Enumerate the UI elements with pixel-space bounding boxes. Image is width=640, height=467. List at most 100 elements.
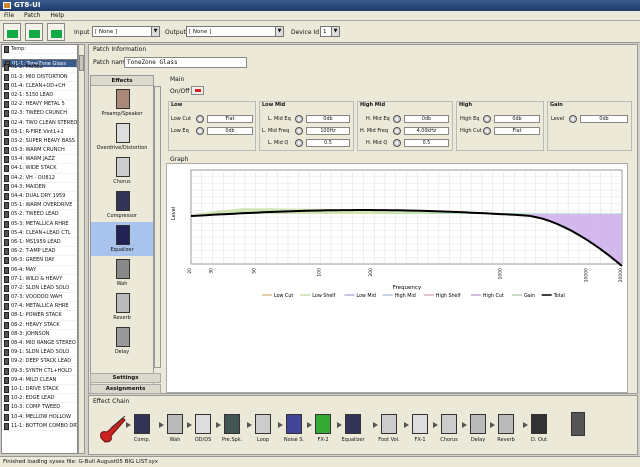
patch-list-item[interactable]: 02-2: HEAVY METAL 5 [2, 100, 77, 110]
patch-list-item[interactable]: 08-4: MID RANGE STEREO [2, 339, 77, 349]
patch-list-item[interactable]: 05-1: WARM OVERDRIVE [2, 201, 77, 211]
patch-icon [4, 229, 9, 237]
high-cut-knob[interactable] [483, 127, 491, 135]
patch-list-item[interactable]: 06-2: T-AMP LEAD [2, 247, 77, 257]
chain-effect-icon[interactable] [255, 414, 271, 434]
effect-item[interactable]: Reverb [91, 290, 153, 324]
patch-list-item[interactable]: 05-4: CLEAN+LEAD CTL [2, 229, 77, 238]
patch-name-input[interactable]: ToneZone Glass [124, 57, 247, 68]
patch-list-item[interactable]: 09-2: DEEP STACK LEAD [2, 357, 77, 367]
lowmid-eq-knob[interactable] [295, 115, 303, 123]
patch-list-item[interactable]: 09-3: SYNTH CTL+HOLD [2, 367, 77, 376]
patch-list-item[interactable]: 01-3: MID DISTORTION [2, 73, 77, 82]
highmid-q-knob[interactable] [393, 139, 401, 147]
assignments-tab[interactable]: Assignments [90, 384, 161, 394]
output-select[interactable]: [ None ] ▼ [186, 26, 284, 37]
low-cut-knob[interactable] [196, 115, 204, 123]
patch-list-item[interactable]: 10-4: MELLOW HOLLOW [2, 413, 77, 422]
gain-level-knob[interactable] [569, 115, 577, 123]
patch-list-item[interactable]: Temp: [2, 45, 77, 55]
chain-effect-icon[interactable] [224, 414, 240, 434]
download-button[interactable] [3, 23, 21, 41]
lowmid-q-knob[interactable] [295, 139, 303, 147]
lowmid-freq-knob[interactable] [295, 127, 303, 135]
patch-list[interactable]: Temp: 01-1: ToneZone Glass 01-2: MUSE2 01-3… [1, 44, 78, 454]
patch-list-item[interactable]: 04-2: VH - OU812 [2, 174, 77, 183]
chain-effect-icon[interactable] [531, 414, 547, 434]
patch-list-item[interactable]: 09-4: MILD CLEAN [2, 376, 77, 385]
patch-list-item[interactable]: 04-4: DUAL DRY 1959 [2, 192, 77, 202]
patch-list-item[interactable]: 10-2: EDGE LEAD [2, 394, 77, 404]
chain-effect-icon[interactable] [470, 414, 486, 434]
menu-help[interactable]: Help [46, 11, 68, 21]
patch-list-item[interactable]: 02-3: TWEED CRUNCH [2, 109, 77, 119]
patch-list-item[interactable]: 07-1: WILD & HEAVY [2, 275, 77, 284]
patch-list-item[interactable]: 07-3: VOODOO WAH [2, 293, 77, 303]
x-tick-label: 20 [187, 268, 193, 274]
x-tick-label: 20000 [618, 268, 624, 282]
chain-effect-icon[interactable] [441, 414, 457, 434]
patch-list-item[interactable]: 08-2: HEAVY STACK [2, 321, 77, 330]
chain-effect-icon[interactable] [195, 414, 211, 434]
onoff-toggle[interactable] [191, 86, 204, 95]
patch-list-item[interactable]: 06-1: MS1959 LEAD [2, 238, 77, 248]
low-eq-knob[interactable] [196, 127, 204, 135]
highmid-eq-knob[interactable] [393, 115, 401, 123]
chain-effect-icon[interactable] [498, 414, 514, 434]
patch-list-scrollbar[interactable] [78, 44, 85, 454]
high-eq-knob[interactable] [483, 115, 491, 123]
patch-label: 07-3: VOODOO WAH [11, 294, 62, 301]
patch-list-item[interactable]: 03-3: WARM CRUNCH [2, 146, 77, 156]
patch-list-item[interactable]: 01-4: CLEAN+DD+CH [2, 82, 77, 91]
patch-list-item[interactable]: 08-3: JOHNSON [2, 330, 77, 339]
effect-item[interactable]: Delay [91, 324, 153, 358]
patch-list-item[interactable]: 11-1: BOTTOM COMBO DRV [2, 422, 77, 431]
chain-effect-icon[interactable] [134, 414, 150, 434]
legend-label: Gain [524, 293, 535, 299]
effect-item[interactable]: Equalizer [91, 222, 153, 256]
patch-list-item[interactable]: 01-2: MUSE2 [2, 63, 77, 73]
patch-label: 03-3: WARM CRUNCH [11, 147, 65, 154]
effect-label: Delay [114, 349, 130, 355]
effect-item[interactable]: Compressor [91, 188, 153, 222]
patch-list-item[interactable]: 08-1: POWER STACK [2, 311, 77, 321]
patch-list-item[interactable]: 02-4: TWO CLEAN STEREO [2, 119, 77, 128]
highmid-freq-knob[interactable] [393, 127, 401, 135]
effects-header[interactable]: Effects [91, 76, 153, 86]
effect-item[interactable]: Preamp/Speaker [91, 86, 153, 120]
patch-list-item[interactable]: 10-3: COMP TWEED [2, 403, 77, 413]
input-select[interactable]: [ None ] ▼ [92, 26, 160, 37]
patch-list-item[interactable]: 03-2: SUPER HEAVY BASS [2, 137, 77, 147]
menu-file[interactable]: File [0, 11, 18, 21]
patch-list-item[interactable]: 10-1: DRIVE STACK [2, 385, 77, 395]
patch-list-item[interactable]: 04-1: WIDE STACK [2, 164, 77, 174]
patch-list-item[interactable]: 04-3: MAIDEN [2, 183, 77, 192]
chain-effect-icon[interactable] [286, 414, 302, 434]
patch-list-item[interactable]: 06-4: MAY [2, 266, 77, 275]
sync-button[interactable] [47, 23, 65, 41]
scrollbar-thumb[interactable] [79, 55, 84, 71]
patch-list-item[interactable]: 03-4: WARM JAZZ [2, 155, 77, 165]
effects-scrollbar[interactable] [154, 86, 161, 368]
patch-list-item[interactable]: 07-2: SLDN LEAD SOLO [2, 284, 77, 294]
patch-list-item[interactable]: 06-3: GREEN DAY [2, 256, 77, 266]
chain-effect-icon[interactable] [412, 414, 428, 434]
patch-list-item[interactable]: 09-1: SLDN LEAD SOLO [2, 348, 77, 358]
effect-item[interactable]: Wah [91, 256, 153, 290]
effect-item[interactable]: Overdrive/Distortion [91, 120, 153, 154]
patch-list-item[interactable]: 03-1: R-FIRE Vint1+2 [2, 128, 77, 137]
menu-patch[interactable]: Patch [20, 11, 44, 21]
effect-item[interactable]: Chorus [91, 154, 153, 188]
patch-list-item[interactable]: 02-1: 5150 LEAD [2, 91, 77, 101]
patch-list-item[interactable]: 05-2: TWEED LEAD [2, 210, 77, 220]
lowmid-freq-value: 100Hz [306, 127, 350, 135]
chain-effect-icon[interactable] [381, 414, 397, 434]
patch-list-item[interactable]: 05-3: METALLICA RHRE [2, 220, 77, 229]
chain-effect-icon[interactable] [167, 414, 183, 434]
patch-list-item[interactable]: 07-4: METALLICA RHRE [2, 302, 77, 312]
device-id-select[interactable]: 1 ▼ [320, 26, 340, 37]
upload-button[interactable] [25, 23, 43, 41]
settings-tab[interactable]: Settings [90, 373, 161, 383]
chain-effect-icon[interactable] [315, 414, 331, 434]
chain-effect-icon[interactable] [345, 414, 361, 434]
